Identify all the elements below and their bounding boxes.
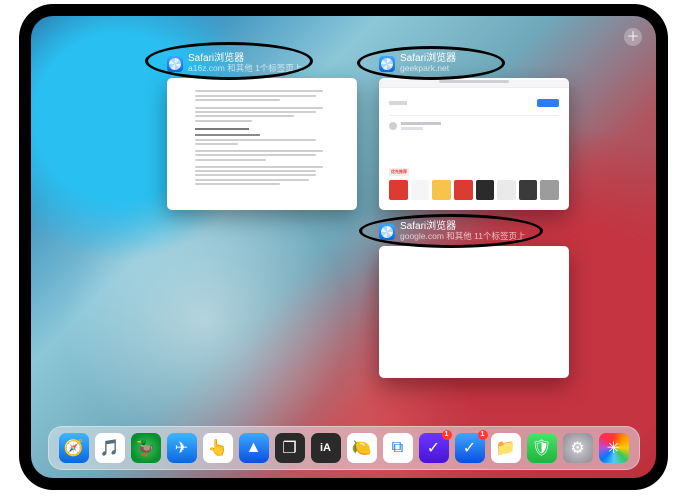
- card-header: Safari浏览器 google.com 和其他 11个标签页上: [379, 220, 569, 246]
- dock-app-browser2[interactable]: 🦆: [131, 433, 161, 463]
- card-thumbnail[interactable]: [379, 246, 569, 378]
- dock-app-settings[interactable]: ⚙: [563, 433, 593, 463]
- dock-app-clock[interactable]: ✓1: [455, 433, 485, 463]
- app-switcher: ＋ Safari浏览器 a16z.com 和其他 1个标签页上: [31, 16, 656, 478]
- dock-app-safari[interactable]: 🧭: [59, 433, 89, 463]
- card-header: Safari浏览器 a16z.com 和其他 1个标签页上: [167, 52, 357, 78]
- dock-app-photos[interactable]: ✳: [599, 433, 629, 463]
- dock-app-things[interactable]: ✓1: [419, 433, 449, 463]
- card-titles: Safari浏览器 a16z.com 和其他 1个标签页上: [188, 53, 302, 73]
- thumb-tile: [454, 180, 473, 200]
- thumb-webpage: [379, 88, 569, 138]
- card-titles: Safari浏览器 geekpark.net: [400, 53, 456, 73]
- screen: ＋ Safari浏览器 a16z.com 和其他 1个标签页上: [31, 16, 656, 478]
- dock: 🧭🎵🦆✈👆▲❐iA🍋⧉✓1✓1📁🛡⚙✳: [48, 426, 640, 470]
- dock-app-leaf[interactable]: 🍋: [347, 433, 377, 463]
- card-subtitle: a16z.com 和其他 1个标签页上: [188, 64, 302, 73]
- safari-icon: [379, 224, 395, 240]
- thumb-tile: [519, 180, 538, 200]
- thumb-tile: [540, 180, 559, 200]
- card-titles: Safari浏览器 google.com 和其他 11个标签页上: [400, 221, 526, 241]
- dock-app-switcher[interactable]: ❐: [275, 433, 305, 463]
- dock-app-music[interactable]: 🎵: [95, 433, 125, 463]
- dock-app-ia[interactable]: iA: [311, 433, 341, 463]
- safari-icon: [379, 56, 395, 72]
- badge: 1: [442, 430, 452, 440]
- switcher-card[interactable]: Safari浏览器 geekpark.net 优先推荐: [379, 52, 569, 210]
- thumb-tile: [432, 180, 451, 200]
- add-window-button[interactable]: ＋: [624, 28, 642, 46]
- dock-app-dropbox[interactable]: ⧉: [383, 433, 413, 463]
- badge: 1: [478, 430, 488, 440]
- card-thumbnail[interactable]: 优先推荐: [379, 78, 569, 210]
- card-subtitle: google.com 和其他 11个标签页上: [400, 232, 526, 241]
- card-thumbnail[interactable]: [167, 78, 357, 210]
- dock-app-nav[interactable]: ▲: [239, 433, 269, 463]
- ipad-device-frame: ＋ Safari浏览器 a16z.com 和其他 1个标签页上: [19, 4, 668, 490]
- safari-icon: [167, 56, 183, 72]
- dock-app-files[interactable]: 📁: [491, 433, 521, 463]
- dock-app-telegram[interactable]: ✈: [167, 433, 197, 463]
- switcher-card[interactable]: Safari浏览器 a16z.com 和其他 1个标签页上: [167, 52, 357, 210]
- thumb-document: [167, 78, 357, 197]
- card-subtitle: geekpark.net: [400, 64, 456, 73]
- thumb-section-label: 优先推荐: [389, 168, 409, 176]
- thumb-tile: [476, 180, 495, 200]
- thumb-tile-strip: [389, 180, 559, 202]
- thumb-tile: [497, 180, 516, 200]
- dock-app-touchid[interactable]: 👆: [203, 433, 233, 463]
- thumb-tile: [389, 180, 408, 200]
- card-header: Safari浏览器 geekpark.net: [379, 52, 569, 78]
- thumb-tile: [411, 180, 430, 200]
- thumb-urlbar: [379, 80, 569, 88]
- dock-app-shield[interactable]: 🛡: [527, 433, 557, 463]
- switcher-card[interactable]: Safari浏览器 google.com 和其他 11个标签页上: [379, 220, 569, 378]
